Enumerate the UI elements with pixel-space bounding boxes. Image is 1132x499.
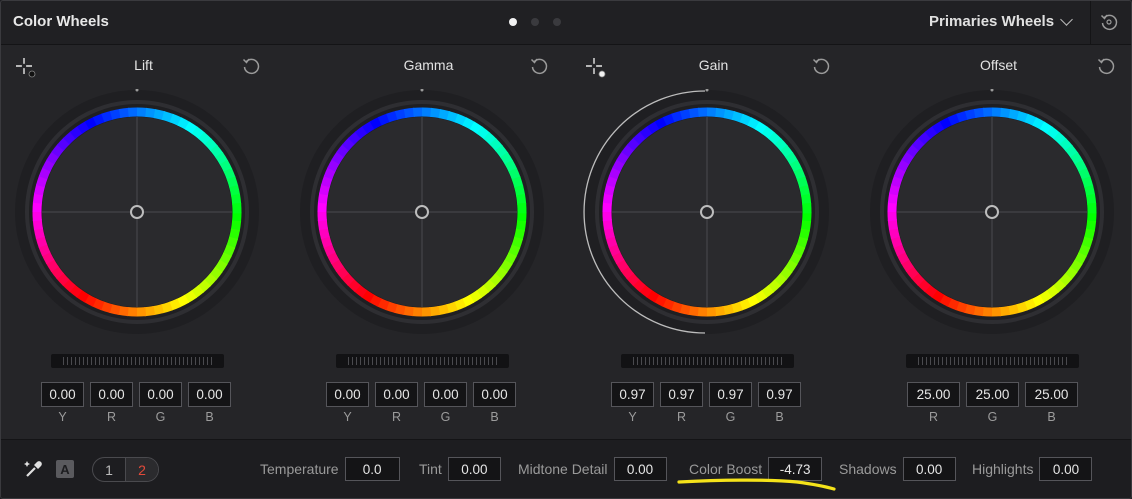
header-divider: [1090, 1, 1091, 44]
value-fields: 0.97 0.97 0.97 0.97: [611, 382, 801, 407]
wheel-offset: Offset 25.00 25.00 25.00 R G B: [856, 45, 1131, 439]
master-wheel-slider[interactable]: [906, 354, 1079, 368]
page-2-button[interactable]: 2: [126, 458, 158, 481]
reset-icon[interactable]: [1096, 56, 1116, 81]
channel-label: G: [155, 410, 166, 424]
value-field-g[interactable]: 25.00: [966, 382, 1019, 407]
page-1-button[interactable]: 1: [93, 458, 126, 481]
param-value-field[interactable]: 0.00: [613, 457, 667, 481]
value-fields: 0.00 0.00 0.00 0.00: [41, 382, 231, 407]
eyedropper-icon[interactable]: [23, 458, 45, 485]
value-fields: 0.00 0.00 0.00 0.00: [326, 382, 516, 407]
reset-icon[interactable]: [811, 56, 831, 81]
color-wheel[interactable]: [298, 89, 548, 339]
param-label: Color Boost: [689, 461, 763, 477]
wheel-gamma: Gamma 0.00 0.00 0.00 0.00 Y R G B: [286, 45, 571, 439]
param-temperature: Temperature 0.0: [260, 457, 400, 481]
value-field-y[interactable]: 0.97: [611, 382, 654, 407]
channel-label: B: [490, 410, 499, 424]
param-label: Temperature: [260, 461, 339, 477]
channel-label: R: [391, 410, 402, 424]
channel-label: G: [725, 410, 736, 424]
highlight-underline: [677, 478, 836, 491]
channel-label: Y: [58, 410, 67, 424]
value-field-r[interactable]: 25.00: [907, 382, 960, 407]
page-dot-2[interactable]: [531, 18, 539, 26]
param-value-field[interactable]: 0.0: [344, 457, 400, 481]
value-fields: 25.00 25.00 25.00: [907, 382, 1078, 407]
channel-label: Y: [628, 410, 637, 424]
value-field-g[interactable]: 0.00: [139, 382, 182, 407]
wheel-lift: Lift 0.00 0.00 0.00 0.00 Y R G B: [1, 45, 286, 439]
param-label: Tint: [419, 461, 442, 477]
channel-labels: YRGB: [326, 410, 516, 424]
channel-label: Y: [343, 410, 352, 424]
value-field-y[interactable]: 0.00: [326, 382, 369, 407]
wheel-label: Offset: [979, 57, 1018, 73]
master-wheel-slider[interactable]: [336, 354, 509, 368]
reset-all-icon[interactable]: [1099, 12, 1119, 37]
panel-header: Color Wheels Primaries Wheels: [1, 1, 1131, 45]
crosshair-picker-icon[interactable]: [15, 57, 39, 86]
page-dots: [509, 18, 561, 26]
mode-dropdown[interactable]: Primaries Wheels: [929, 13, 1073, 30]
value-field-g[interactable]: 0.97: [709, 382, 752, 407]
channel-label: R: [676, 410, 687, 424]
param-label: Midtone Detail: [518, 461, 608, 477]
value-field-y[interactable]: 0.00: [41, 382, 84, 407]
channel-label: B: [1047, 410, 1056, 424]
channel-label: G: [987, 410, 998, 424]
param-label: Shadows: [839, 461, 897, 477]
page-toggle: 1 2: [92, 457, 159, 482]
param-value-field[interactable]: 0.00: [447, 457, 501, 481]
page-dot-3[interactable]: [553, 18, 561, 26]
color-wheel[interactable]: [868, 89, 1118, 339]
value-field-b[interactable]: 0.97: [758, 382, 801, 407]
param-label: Highlights: [972, 461, 1034, 477]
channel-labels: YRGB: [41, 410, 231, 424]
channel-label: B: [205, 410, 214, 424]
master-wheel-slider[interactable]: [621, 354, 794, 368]
channel-labels: YRGB: [611, 410, 801, 424]
auto-balance-button[interactable]: A: [56, 460, 74, 478]
channel-label: G: [440, 410, 451, 424]
param-highlights: Highlights 0.00: [972, 457, 1093, 481]
chevron-down-icon: [1060, 13, 1073, 26]
value-field-b[interactable]: 0.00: [188, 382, 231, 407]
param-shadows: Shadows 0.00: [839, 457, 956, 481]
color-wheels-panel: Color Wheels Primaries Wheels Lift 0.00 0.…: [0, 0, 1132, 499]
channel-label: R: [106, 410, 117, 424]
channel-label: R: [928, 410, 939, 424]
value-field-r[interactable]: 0.00: [375, 382, 418, 407]
reset-icon[interactable]: [529, 56, 549, 81]
channel-labels: RGB: [907, 410, 1078, 424]
value-field-b[interactable]: 25.00: [1025, 382, 1078, 407]
param-midtone-detail: Midtone Detail 0.00: [518, 457, 667, 481]
param-value-field[interactable]: 0.00: [902, 457, 956, 481]
panel-title: Color Wheels: [13, 13, 109, 30]
value-field-b[interactable]: 0.00: [473, 382, 516, 407]
mode-label: Primaries Wheels: [929, 13, 1055, 30]
param-tint: Tint 0.00: [419, 457, 501, 481]
page-dot-1[interactable]: [509, 18, 517, 26]
value-field-r[interactable]: 0.00: [90, 382, 133, 407]
wheel-gain: Gain 0.97 0.97 0.97 0.97 Y R G B: [571, 45, 856, 439]
value-field-g[interactable]: 0.00: [424, 382, 467, 407]
crosshair-picker-icon[interactable]: [585, 57, 609, 86]
color-wheel[interactable]: [13, 89, 263, 339]
color-wheel[interactable]: [583, 89, 833, 339]
value-field-r[interactable]: 0.97: [660, 382, 703, 407]
panel-footer: A 1 2 Temperature 0.0 Tint 0.00 Midtone …: [1, 439, 1131, 498]
master-wheel-slider[interactable]: [51, 354, 224, 368]
channel-label: B: [775, 410, 784, 424]
param-value-field[interactable]: 0.00: [1039, 457, 1093, 481]
reset-icon[interactable]: [241, 56, 261, 81]
